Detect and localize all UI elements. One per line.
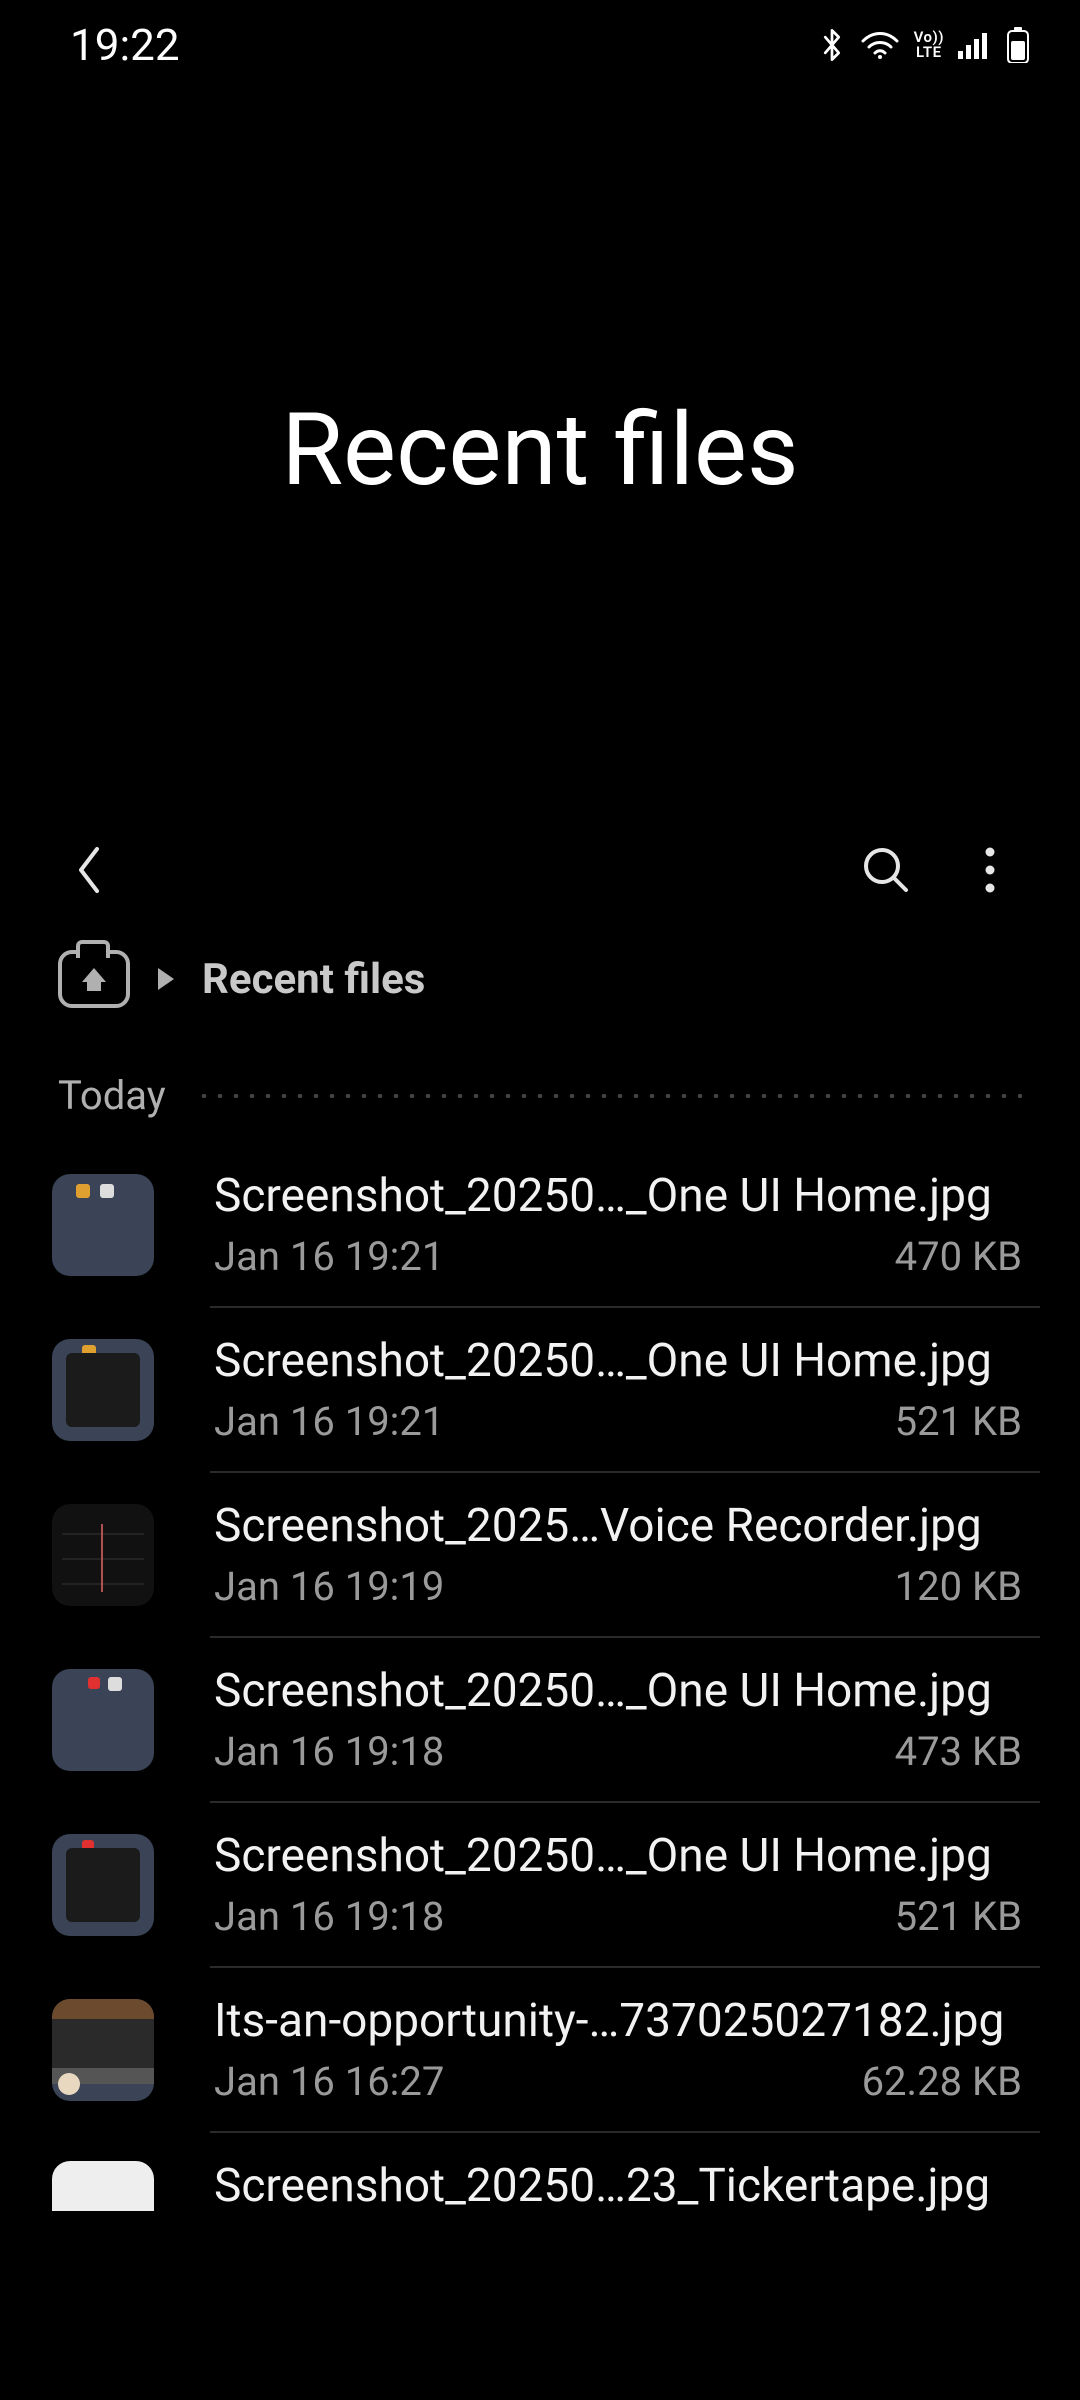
file-name: Screenshot_20250…_One UI Home.jpg [214, 1334, 1022, 1388]
section-header: Today [0, 1048, 1080, 1143]
file-size: 120 KB [895, 1563, 1022, 1610]
back-button[interactable] [58, 838, 122, 902]
breadcrumb-current[interactable]: Recent files [202, 955, 425, 1004]
file-name: Screenshot_20250…_One UI Home.jpg [214, 1829, 1022, 1883]
file-row[interactable]: Screenshot_20250…_One UI Home.jpg Jan 16… [0, 1803, 1080, 1966]
volte-icon: Vo)) LTE [914, 30, 944, 60]
breadcrumb-separator-icon [158, 968, 174, 990]
section-divider [196, 1094, 1022, 1098]
search-icon [860, 844, 912, 896]
file-date: Jan 16 19:21 [214, 1398, 444, 1445]
toolbar [0, 810, 1080, 930]
signal-icon [958, 31, 992, 59]
file-row[interactable]: Screenshot_2025…Voice Recorder.jpg Jan 1… [0, 1473, 1080, 1636]
file-name: Its-an-opportunity-…737025027182.jpg [214, 1994, 1022, 2048]
file-name: Screenshot_20250…_One UI Home.jpg [214, 1169, 1022, 1223]
more-vertical-icon [983, 845, 997, 895]
file-date: Jan 16 19:21 [214, 1233, 444, 1280]
file-date: Jan 16 19:19 [214, 1563, 444, 1610]
file-size: 470 KB [895, 1233, 1022, 1280]
bluetooth-icon [818, 27, 846, 63]
file-name: Screenshot_20250…23_Tickertape.jpg [214, 2159, 1022, 2213]
home-folder-icon[interactable] [58, 950, 130, 1008]
file-name: Screenshot_20250…_One UI Home.jpg [214, 1664, 1022, 1718]
file-thumbnail [52, 2161, 154, 2211]
file-size: 473 KB [895, 1728, 1022, 1775]
file-thumbnail [52, 1999, 154, 2101]
file-size: 62.28 KB [862, 2058, 1022, 2105]
battery-icon [1006, 27, 1030, 63]
breadcrumb: Recent files [0, 930, 1080, 1048]
file-size: 521 KB [895, 1398, 1022, 1445]
file-thumbnail [52, 1834, 154, 1936]
file-date: Jan 16 19:18 [214, 1728, 444, 1775]
section-label: Today [58, 1072, 166, 1119]
file-row[interactable]: Screenshot_20250…_One UI Home.jpg Jan 16… [0, 1143, 1080, 1306]
file-list[interactable]: Screenshot_20250…_One UI Home.jpg Jan 16… [0, 1143, 1080, 2213]
hero-area: Recent files [0, 90, 1080, 810]
chevron-left-icon [73, 843, 107, 897]
file-thumbnail [52, 1504, 154, 1606]
status-time: 19:22 [70, 19, 180, 71]
file-thumbnail [52, 1669, 154, 1771]
page-title: Recent files [281, 392, 798, 509]
status-icons: Vo)) LTE [818, 27, 1030, 63]
file-name: Screenshot_2025…Voice Recorder.jpg [214, 1499, 1022, 1553]
status-bar: 19:22 Vo)) LTE [0, 0, 1080, 90]
file-row[interactable]: Its-an-opportunity-…737025027182.jpg Jan… [0, 1968, 1080, 2131]
wifi-icon [860, 30, 900, 60]
file-size: 521 KB [895, 1893, 1022, 1940]
file-thumbnail [52, 1339, 154, 1441]
file-row[interactable]: Screenshot_20250…_One UI Home.jpg Jan 16… [0, 1308, 1080, 1471]
search-button[interactable] [854, 838, 918, 902]
file-row[interactable]: Screenshot_20250…23_Tickertape.jpg [0, 2133, 1080, 2213]
file-thumbnail [52, 1174, 154, 1276]
file-date: Jan 16 19:18 [214, 1893, 444, 1940]
more-button[interactable] [958, 838, 1022, 902]
file-date: Jan 16 16:27 [214, 2058, 444, 2105]
file-row[interactable]: Screenshot_20250…_One UI Home.jpg Jan 16… [0, 1638, 1080, 1801]
